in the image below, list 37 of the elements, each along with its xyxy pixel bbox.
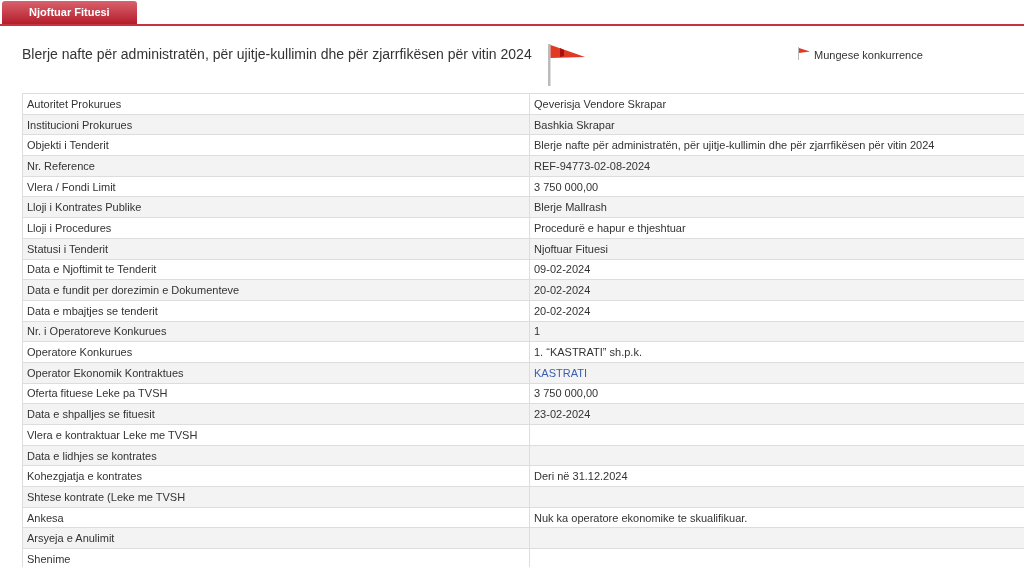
field-label: Lloji i Kontrates Publike <box>22 196 530 218</box>
field-label: Vlera / Fondi Limit <box>22 176 530 197</box>
field-label: Statusi i Tenderit <box>22 238 530 259</box>
field-label: Shenime <box>22 548 530 567</box>
field-label: Ankesa <box>22 507 530 528</box>
field-value: 23-02-2024 <box>529 403 1024 425</box>
field-label: Data e lidhjes se kontrates <box>22 445 530 466</box>
field-label: Nr. i Operatoreve Konkurues <box>22 321 530 342</box>
field-value: 20-02-2024 <box>529 279 1024 301</box>
field-label: Oferta fituese Leke pa TVSH <box>22 383 530 404</box>
tab[interactable]: Njoftuar Fituesi <box>2 1 137 24</box>
field-label: Objekti i Tenderit <box>22 134 530 156</box>
field-label: Operator Ekonomik Kontraktues <box>22 362 530 384</box>
field-value: Qeverisja Vendore Skrapar <box>529 93 1024 115</box>
field-label: Shtese kontrate (Leke me TVSH <box>22 486 530 508</box>
field-label: Vlera e kontraktuar Leke me TVSH <box>22 424 530 446</box>
field-label: Data e mbajtjes se tenderit <box>22 300 530 322</box>
field-label: Kohezgjatja e kontrates <box>22 465 530 487</box>
field-label: Data e shpalljes se fituesit <box>22 403 530 425</box>
field-value: 1 <box>529 321 1024 342</box>
flag-icon <box>798 47 810 60</box>
field-label: Data e fundit per dorezimin e Dokumenteve <box>22 279 530 301</box>
field-value: Njoftuar Fituesi <box>529 238 1024 259</box>
page-title: Blerje nafte për administratën, për ujitje-kullimin dhe për zjarrfikësen për vitin 2024 <box>22 45 533 64</box>
field-value: Bashkia Skrapar <box>529 114 1024 135</box>
field-label: Arsyeja e Anulimit <box>22 527 530 549</box>
value-link[interactable]: KASTRATI <box>534 366 587 379</box>
field-label: Nr. Reference <box>22 155 530 177</box>
flag-icon <box>548 44 586 86</box>
field-label: Autoritet Prokurues <box>22 93 530 115</box>
field-label: Institucioni Prokurues <box>22 114 530 135</box>
field-label: Operatore Konkurues <box>22 341 530 363</box>
field-value: REF-94773-02-08-2024 <box>529 155 1024 177</box>
field-value: Blerje Mallrash <box>529 196 1024 218</box>
field-label: Lloji i Procedures <box>22 217 530 239</box>
field-label: Data e Njoftimit te Tenderit <box>22 259 530 280</box>
legend-label: Mungese konkurrence <box>814 48 923 63</box>
